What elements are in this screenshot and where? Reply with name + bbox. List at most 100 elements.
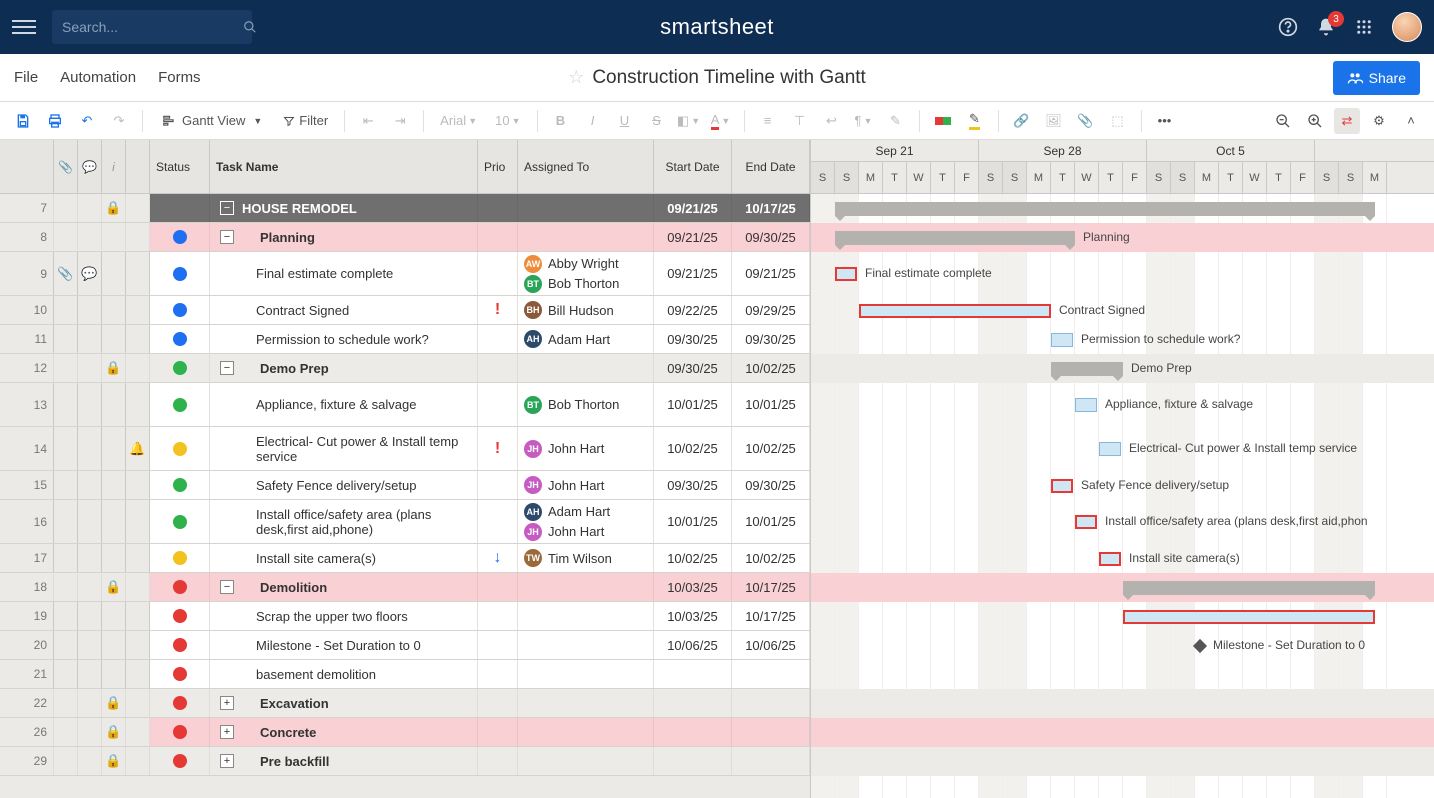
cell-task[interactable]: −Demolition bbox=[210, 573, 478, 601]
cell-status[interactable] bbox=[150, 471, 210, 499]
cell-end[interactable]: 09/30/25 bbox=[732, 223, 810, 251]
cell-assigned[interactable] bbox=[518, 602, 654, 630]
fill-color-icon[interactable]: ◧▼ bbox=[676, 108, 702, 134]
cell-assigned[interactable] bbox=[518, 689, 654, 717]
cell-status[interactable] bbox=[150, 427, 210, 470]
gantt-group-bar[interactable] bbox=[835, 202, 1375, 216]
view-switcher[interactable]: Gantt View▼ bbox=[153, 108, 271, 134]
cell-attach[interactable] bbox=[54, 427, 78, 470]
grid-row[interactable]: 18🔒−Demolition10/03/2510/17/25 bbox=[0, 573, 810, 602]
gantt-task-bar[interactable] bbox=[1099, 552, 1121, 566]
cell-end[interactable]: 10/02/25 bbox=[732, 544, 810, 572]
cell-assigned[interactable]: BTBob Thorton bbox=[518, 383, 654, 426]
grid-row[interactable]: 26🔒+Concrete bbox=[0, 718, 810, 747]
gantt-task-bar[interactable] bbox=[1123, 610, 1375, 624]
cell-comment[interactable] bbox=[78, 631, 102, 659]
cell-reminder[interactable] bbox=[126, 718, 150, 746]
cell-priority[interactable]: ! bbox=[478, 296, 518, 324]
menu-automation[interactable]: Automation bbox=[60, 69, 136, 86]
grid-row[interactable]: 22🔒+Excavation bbox=[0, 689, 810, 718]
cell-assigned[interactable]: JHJohn Hart bbox=[518, 471, 654, 499]
row-toggle[interactable]: + bbox=[220, 725, 234, 739]
col-assigned[interactable]: Assigned To bbox=[518, 140, 654, 193]
cell-end[interactable] bbox=[732, 747, 810, 775]
cell-priority[interactable] bbox=[478, 354, 518, 382]
col-task[interactable]: Task Name bbox=[210, 140, 478, 193]
cell-start[interactable]: 10/03/25 bbox=[654, 602, 732, 630]
cell-task[interactable]: +Excavation bbox=[210, 689, 478, 717]
grid-row[interactable]: 16Install office/safety area (plans desk… bbox=[0, 500, 810, 544]
cell-assigned[interactable]: TWTim Wilson bbox=[518, 544, 654, 572]
cell-end[interactable]: 10/17/25 bbox=[732, 573, 810, 601]
row-toggle[interactable]: + bbox=[220, 696, 234, 710]
search-icon[interactable] bbox=[243, 20, 257, 34]
favorite-star-icon[interactable]: ☆ bbox=[568, 67, 584, 88]
cell-comment[interactable] bbox=[78, 471, 102, 499]
cell-attach[interactable] bbox=[54, 747, 78, 775]
cell-priority[interactable]: ! bbox=[478, 427, 518, 470]
cell-status[interactable] bbox=[150, 252, 210, 295]
cell-comment[interactable] bbox=[78, 660, 102, 688]
cell-status[interactable] bbox=[150, 194, 210, 222]
cell-attach[interactable] bbox=[54, 383, 78, 426]
cell-status[interactable] bbox=[150, 689, 210, 717]
cell-comment[interactable] bbox=[78, 223, 102, 251]
cell-status[interactable] bbox=[150, 573, 210, 601]
menu-forms[interactable]: Forms bbox=[158, 69, 201, 86]
cell-start[interactable] bbox=[654, 660, 732, 688]
grid-row[interactable]: 7🔒−HOUSE REMODEL09/21/2510/17/25 bbox=[0, 194, 810, 223]
cell-priority[interactable] bbox=[478, 573, 518, 601]
format-icon[interactable]: ¶▼ bbox=[851, 108, 877, 134]
gantt-task-bar[interactable] bbox=[835, 267, 857, 281]
cell-comment[interactable] bbox=[78, 573, 102, 601]
cell-task[interactable]: Install office/safety area (plans desk,f… bbox=[210, 500, 478, 543]
cell-end[interactable]: 10/02/25 bbox=[732, 427, 810, 470]
font-select[interactable]: Arial▼ bbox=[434, 108, 483, 134]
cell-status[interactable] bbox=[150, 660, 210, 688]
cell-assigned[interactable]: JHJohn Hart bbox=[518, 427, 654, 470]
cell-end[interactable]: 10/01/25 bbox=[732, 500, 810, 543]
col-info-icon[interactable]: i bbox=[102, 140, 126, 193]
filter-button[interactable]: Filter bbox=[277, 108, 334, 134]
cell-priority[interactable] bbox=[478, 325, 518, 353]
fontsize-select[interactable]: 10▼ bbox=[489, 108, 526, 134]
grid-row[interactable]: 15Safety Fence delivery/setupJHJohn Hart… bbox=[0, 471, 810, 500]
cell-comment[interactable] bbox=[78, 718, 102, 746]
cell-attach[interactable] bbox=[54, 602, 78, 630]
cell-reminder[interactable] bbox=[126, 252, 150, 295]
cell-priority[interactable] bbox=[478, 689, 518, 717]
cell-attach[interactable] bbox=[54, 296, 78, 324]
cell-attach[interactable] bbox=[54, 194, 78, 222]
cell-start[interactable]: 09/21/25 bbox=[654, 223, 732, 251]
cell-status[interactable] bbox=[150, 354, 210, 382]
cell-start[interactable]: 09/30/25 bbox=[654, 471, 732, 499]
grid-row[interactable]: 19Scrap the upper two floors10/03/2510/1… bbox=[0, 602, 810, 631]
cell-assigned[interactable]: AWAbby WrightBTBob Thorton bbox=[518, 252, 654, 295]
strike-icon[interactable]: S bbox=[644, 108, 670, 134]
grid-row[interactable]: 17Install site camera(s)↓TWTim Wilson10/… bbox=[0, 544, 810, 573]
cell-priority[interactable] bbox=[478, 718, 518, 746]
gantt-group-bar[interactable] bbox=[1123, 581, 1375, 595]
cell-priority[interactable] bbox=[478, 471, 518, 499]
cell-start[interactable]: 10/02/25 bbox=[654, 544, 732, 572]
notifications-icon[interactable]: 3 bbox=[1316, 17, 1336, 37]
cell-comment[interactable] bbox=[78, 747, 102, 775]
cell-reminder[interactable] bbox=[126, 500, 150, 543]
cell-reminder[interactable] bbox=[126, 602, 150, 630]
cell-status[interactable] bbox=[150, 631, 210, 659]
attach-icon[interactable]: 📎 bbox=[1073, 108, 1099, 134]
cell-reminder[interactable] bbox=[126, 471, 150, 499]
critical-path-icon[interactable]: ⇄ bbox=[1334, 108, 1360, 134]
cell-start[interactable]: 09/30/25 bbox=[654, 354, 732, 382]
cell-priority[interactable] bbox=[478, 383, 518, 426]
cell-task[interactable]: Contract Signed bbox=[210, 296, 478, 324]
grid-row[interactable]: 9📎💬Final estimate completeAWAbby WrightB… bbox=[0, 252, 810, 296]
cell-priority[interactable] bbox=[478, 660, 518, 688]
cell-attach[interactable] bbox=[54, 325, 78, 353]
col-comment-icon[interactable]: 💬 bbox=[78, 140, 102, 193]
cell-task[interactable]: Install site camera(s) bbox=[210, 544, 478, 572]
cell-assigned[interactable] bbox=[518, 194, 654, 222]
global-search[interactable] bbox=[52, 10, 252, 44]
menu-icon[interactable] bbox=[12, 15, 36, 39]
cell-task[interactable]: Appliance, fixture & salvage bbox=[210, 383, 478, 426]
